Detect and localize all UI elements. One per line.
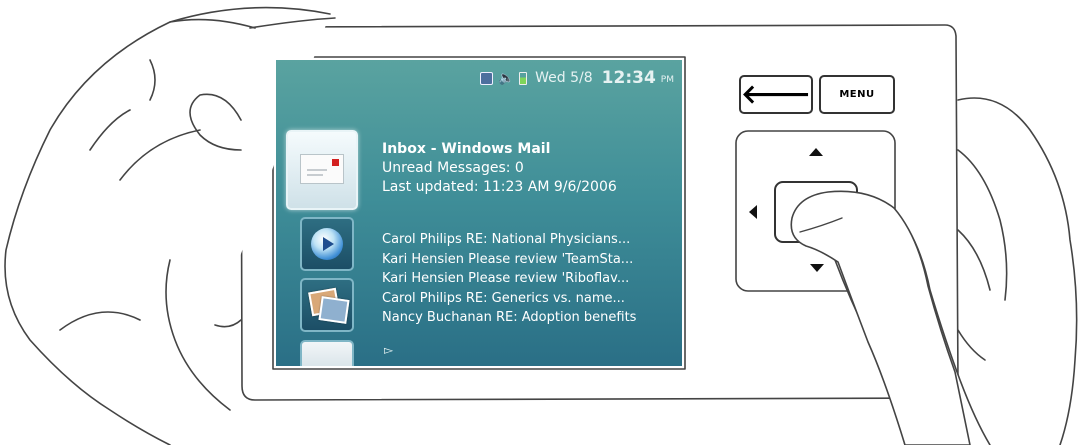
mail-summary: Inbox - Windows Mail Unread Messages: 0 … bbox=[382, 140, 617, 197]
menu-button[interactable]: MENU bbox=[819, 75, 895, 114]
dpad-down-icon[interactable] bbox=[810, 264, 824, 272]
unread-count: Unread Messages: 0 bbox=[382, 160, 524, 176]
mail-title: Inbox - Windows Mail bbox=[382, 141, 551, 157]
message-item[interactable]: Nancy Buchanan RE: Adoption benefits bbox=[382, 308, 636, 328]
back-arrow-icon: 🡐 bbox=[741, 80, 811, 110]
device-screen: 🔈 Wed 5/8 12:34 PM Inbox - Windows Mail … bbox=[276, 60, 682, 366]
last-updated: Last updated: 11:23 AM 9/6/2006 bbox=[382, 179, 617, 195]
message-item[interactable]: Carol Philips RE: National Physicians... bbox=[382, 230, 636, 250]
more-arrow-icon[interactable]: ▻ bbox=[384, 343, 393, 357]
media-tile[interactable] bbox=[300, 217, 354, 271]
back-button[interactable]: 🡐 bbox=[739, 75, 813, 114]
media-player-icon bbox=[311, 228, 343, 260]
status-bar: 🔈 Wed 5/8 12:34 PM bbox=[479, 68, 674, 88]
illustration: 🔈 Wed 5/8 12:34 PM Inbox - Windows Mail … bbox=[0, 0, 1080, 445]
dpad-left-icon[interactable] bbox=[749, 205, 757, 219]
dpad-up-icon[interactable] bbox=[809, 148, 823, 156]
partial-tile[interactable] bbox=[300, 340, 354, 366]
envelope-icon bbox=[300, 154, 344, 184]
network-icon bbox=[479, 71, 493, 85]
dpad-center-button[interactable] bbox=[774, 181, 858, 243]
message-item[interactable]: Kari Hensien Please review 'TeamSta... bbox=[382, 250, 636, 270]
photos-tile[interactable] bbox=[300, 278, 354, 332]
message-item[interactable]: Kari Hensien Please review 'Riboflav... bbox=[382, 269, 636, 289]
status-date: Wed 5/8 bbox=[535, 70, 593, 86]
mail-tile[interactable] bbox=[286, 130, 358, 210]
right-hand bbox=[957, 97, 1078, 445]
menu-label: MENU bbox=[839, 89, 875, 100]
message-item[interactable]: Carol Philips RE: Generics vs. name... bbox=[382, 289, 636, 309]
battery-icon bbox=[519, 71, 528, 85]
message-list: Carol Philips RE: National Physicians...… bbox=[382, 230, 636, 328]
status-time: 12:34 bbox=[601, 68, 656, 88]
status-ampm: PM bbox=[660, 75, 674, 85]
volume-icon: 🔈 bbox=[497, 70, 515, 86]
